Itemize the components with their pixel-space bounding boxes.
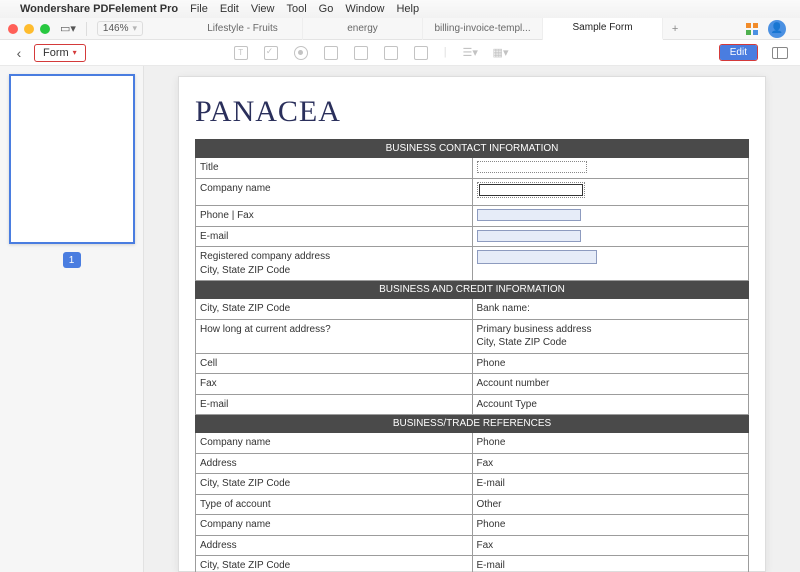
signature-tool-icon[interactable] [414, 46, 428, 60]
label-fax2: Fax [196, 374, 473, 395]
new-tab-button[interactable]: + [663, 23, 687, 35]
minimize-window-button[interactable] [24, 24, 34, 34]
document-canvas[interactable]: PANACEA BUSINESS CONTACT INFORMATION Tit… [144, 66, 800, 572]
toolbar: ‹ Form ▾ T | ☰▾ ▦▾ Edit [0, 40, 800, 66]
window-titlebar: ▭▾ 146% ▾ Lifestyle - Fruits energy bill… [0, 18, 800, 40]
edit-button-label: Edit [720, 45, 757, 60]
traffic-lights [8, 24, 50, 34]
field-email[interactable] [472, 226, 749, 247]
ref1-fax: Fax [472, 453, 749, 474]
ref1-email: E-mail [472, 474, 749, 495]
label-primary-addr: Primary business addressCity, State ZIP … [472, 319, 749, 353]
field-phone-fax[interactable] [472, 206, 749, 227]
split-view-icon[interactable] [772, 47, 788, 59]
more-tool-icon[interactable]: ▦▾ [493, 46, 507, 60]
ref2-city: City, State ZIP Code [196, 556, 473, 572]
edit-button[interactable]: Edit [719, 44, 758, 61]
close-window-button[interactable] [8, 24, 18, 34]
page-thumbnails-panel: PANACEA 1 [0, 66, 144, 572]
ref1-company: Company name [196, 433, 473, 454]
label-bank-name: Bank name: [472, 299, 749, 320]
section-business-credit: BUSINESS AND CREDIT INFORMATION [196, 281, 749, 299]
menu-file[interactable]: File [190, 3, 208, 15]
ref1-city: City, State ZIP Code [196, 474, 473, 495]
align-tool-icon[interactable]: ☰▾ [463, 46, 477, 60]
field-company-name[interactable] [472, 178, 749, 206]
label-account-type: Account Type [472, 394, 749, 415]
listbox-tool-icon[interactable] [354, 46, 368, 60]
doc-title: PANACEA [195, 95, 749, 129]
radio-tool-icon[interactable] [294, 46, 308, 60]
ref2-phone: Phone [472, 515, 749, 536]
section-trade-references: BUSINESS/TRADE REFERENCES [196, 415, 749, 433]
field-reg-address[interactable] [472, 247, 749, 281]
tab-billing[interactable]: billing-invoice-templ... [423, 18, 543, 40]
tool-separator: | [444, 46, 447, 60]
chevron-down-icon: ▾ [73, 48, 77, 57]
menu-go[interactable]: Go [319, 3, 334, 15]
document-page: PANACEA BUSINESS CONTACT INFORMATION Tit… [178, 76, 766, 572]
tab-energy[interactable]: energy [303, 18, 423, 40]
zoom-value: 146% [103, 23, 129, 34]
tab-strip: Lifestyle - Fruits energy billing-invoic… [183, 18, 746, 40]
label-account-number: Account number [472, 374, 749, 395]
menu-help[interactable]: Help [396, 3, 419, 15]
label-how-long: How long at current address? [196, 319, 473, 353]
app-name[interactable]: Wondershare PDFelement Pro [20, 3, 178, 15]
maximize-window-button[interactable] [40, 24, 50, 34]
form-table: BUSINESS CONTACT INFORMATION Title Compa… [195, 139, 749, 572]
workspace: PANACEA 1 PANACEA BUSINESS CONTACT INFOR… [0, 66, 800, 572]
chevron-down-icon: ▾ [133, 23, 138, 34]
page-thumbnail-1[interactable]: PANACEA [9, 74, 135, 244]
menu-edit[interactable]: Edit [220, 3, 239, 15]
label-email2: E-mail [196, 394, 473, 415]
combobox-tool-icon[interactable] [324, 46, 338, 60]
ref2-company: Company name [196, 515, 473, 536]
user-avatar[interactable]: 👤 [768, 20, 786, 38]
ref1-phone: Phone [472, 433, 749, 454]
form-field-tools: T | ☰▾ ▦▾ [234, 46, 507, 60]
apps-grid-icon[interactable] [746, 23, 758, 35]
sidebar-toggle-icon[interactable]: ▭▾ [60, 22, 76, 35]
label-city-zip: City, State ZIP Code [196, 299, 473, 320]
label-phone-fax: Phone | Fax [196, 206, 473, 227]
tab-lifestyle[interactable]: Lifestyle - Fruits [183, 18, 303, 40]
label-phone2: Phone [472, 353, 749, 374]
text-field-tool-icon[interactable]: T [234, 46, 248, 60]
label-cell: Cell [196, 353, 473, 374]
ref2-email: E-mail [472, 556, 749, 572]
label-reg-address: Registered company addressCity, State ZI… [196, 247, 473, 281]
label-email: E-mail [196, 226, 473, 247]
menu-window[interactable]: Window [345, 3, 384, 15]
menu-view[interactable]: View [251, 3, 275, 15]
label-company-name: Company name [196, 178, 473, 206]
section-business-contact: BUSINESS CONTACT INFORMATION [196, 140, 749, 158]
button-tool-icon[interactable] [384, 46, 398, 60]
tab-sample-form[interactable]: Sample Form [543, 18, 663, 40]
page-number-badge: 1 [63, 252, 81, 268]
ref2-address: Address [196, 535, 473, 556]
form-mode-label: Form [43, 47, 69, 59]
form-mode-dropdown[interactable]: Form ▾ [34, 44, 86, 62]
checkbox-tool-icon[interactable] [264, 46, 278, 60]
label-title: Title [196, 158, 473, 179]
ref1-address: Address [196, 453, 473, 474]
zoom-dropdown[interactable]: 146% ▾ [97, 21, 143, 36]
menu-tool[interactable]: Tool [286, 3, 306, 15]
ref2-fax: Fax [472, 535, 749, 556]
ref1-other: Other [472, 494, 749, 515]
mac-menubar: Wondershare PDFelement Pro File Edit Vie… [0, 0, 800, 18]
ref1-type: Type of account [196, 494, 473, 515]
field-title[interactable] [472, 158, 749, 179]
back-button[interactable]: ‹ [12, 45, 26, 61]
